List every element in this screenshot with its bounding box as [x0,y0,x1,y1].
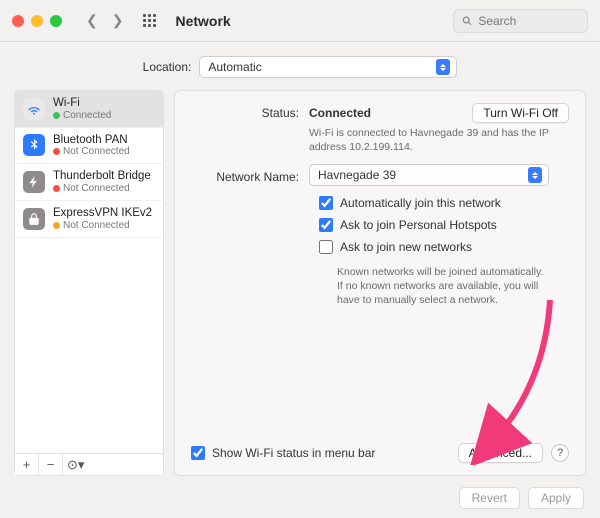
auto-join-label: Automatically join this network [340,196,501,210]
hotspot-label: Ask to join Personal Hotspots [340,218,497,232]
bluetooth-icon [23,134,45,156]
location-label: Location: [143,60,192,74]
hotspot-checkbox[interactable] [319,218,333,232]
service-status: Not Connected [53,183,151,194]
menubar-checkbox[interactable] [191,446,205,460]
service-name: Thunderbolt Bridge [53,170,151,183]
location-value: Automatic [208,60,261,74]
status-subtext: Wi-Fi is connected to Havnegade 39 and h… [309,127,549,154]
window-footer: Revert Apply [0,476,600,518]
search-field[interactable] [453,9,588,33]
remove-service-button[interactable]: − [39,454,63,475]
window-title: Network [175,13,230,29]
status-label: Status: [191,103,309,120]
nav-arrows: ❮ ❯ [82,10,127,31]
add-service-button[interactable]: + [15,454,39,475]
location-select[interactable]: Automatic [199,56,457,78]
menubar-label: Show Wi-Fi status in menu bar [212,446,375,460]
apply-button[interactable]: Apply [528,487,584,509]
service-name: Wi-Fi [53,97,111,110]
forward-button[interactable]: ❯ [108,10,128,31]
service-status: Not Connected [53,220,152,231]
service-status: Not Connected [53,146,130,157]
sidebar-item-expressvpn-ikev2[interactable]: ExpressVPN IKEv2Not Connected [15,201,163,238]
lock-icon [23,208,45,230]
wifi-toggle-button[interactable]: Turn Wi-Fi Off [472,103,569,123]
service-name: ExpressVPN IKEv2 [53,207,152,220]
location-row: Location: Automatic [0,42,600,90]
chevron-updown-icon [436,59,450,75]
network-name-value: Havnegade 39 [318,168,396,182]
sidebar-item-thunderbolt-bridge[interactable]: Thunderbolt BridgeNot Connected [15,164,163,201]
apps-grid-icon[interactable] [143,14,157,28]
help-button[interactable]: ? [551,444,569,462]
service-options-button[interactable]: ⊙▾ [63,454,163,475]
revert-button[interactable]: Revert [459,487,520,509]
zoom-icon[interactable] [50,15,62,27]
wifi-icon [23,98,45,120]
thunderbolt-icon [23,171,45,193]
sidebar-item-bluetooth-pan[interactable]: Bluetooth PANNot Connected [15,128,163,165]
service-name: Bluetooth PAN [53,134,130,147]
close-icon[interactable] [12,15,24,27]
back-button[interactable]: ❮ [82,10,102,31]
window-controls [12,15,62,27]
search-icon [462,15,472,27]
service-status: Connected [53,110,111,121]
new-networks-hint: Known networks will be joined automatica… [337,266,549,307]
new-networks-checkbox[interactable] [319,240,333,254]
auto-join-checkbox[interactable] [319,196,333,210]
advanced-button[interactable]: Advanced... [458,443,543,463]
network-name-label: Network Name: [191,167,309,184]
search-input[interactable] [478,14,579,28]
minimize-icon[interactable] [31,15,43,27]
chevron-updown-icon [528,167,542,183]
service-sidebar: Wi-FiConnectedBluetooth PANNot Connected… [14,90,164,476]
new-networks-label: Ask to join new networks [340,240,472,254]
status-value: Connected [309,106,371,120]
detail-panel: Status: Connected Turn Wi-Fi Off Wi-Fi i… [174,90,586,476]
sidebar-footer: + − ⊙▾ [15,453,163,475]
titlebar: ❮ ❯ Network [0,0,600,42]
sidebar-item-wi-fi[interactable]: Wi-FiConnected [15,91,163,128]
network-name-select[interactable]: Havnegade 39 [309,164,549,186]
